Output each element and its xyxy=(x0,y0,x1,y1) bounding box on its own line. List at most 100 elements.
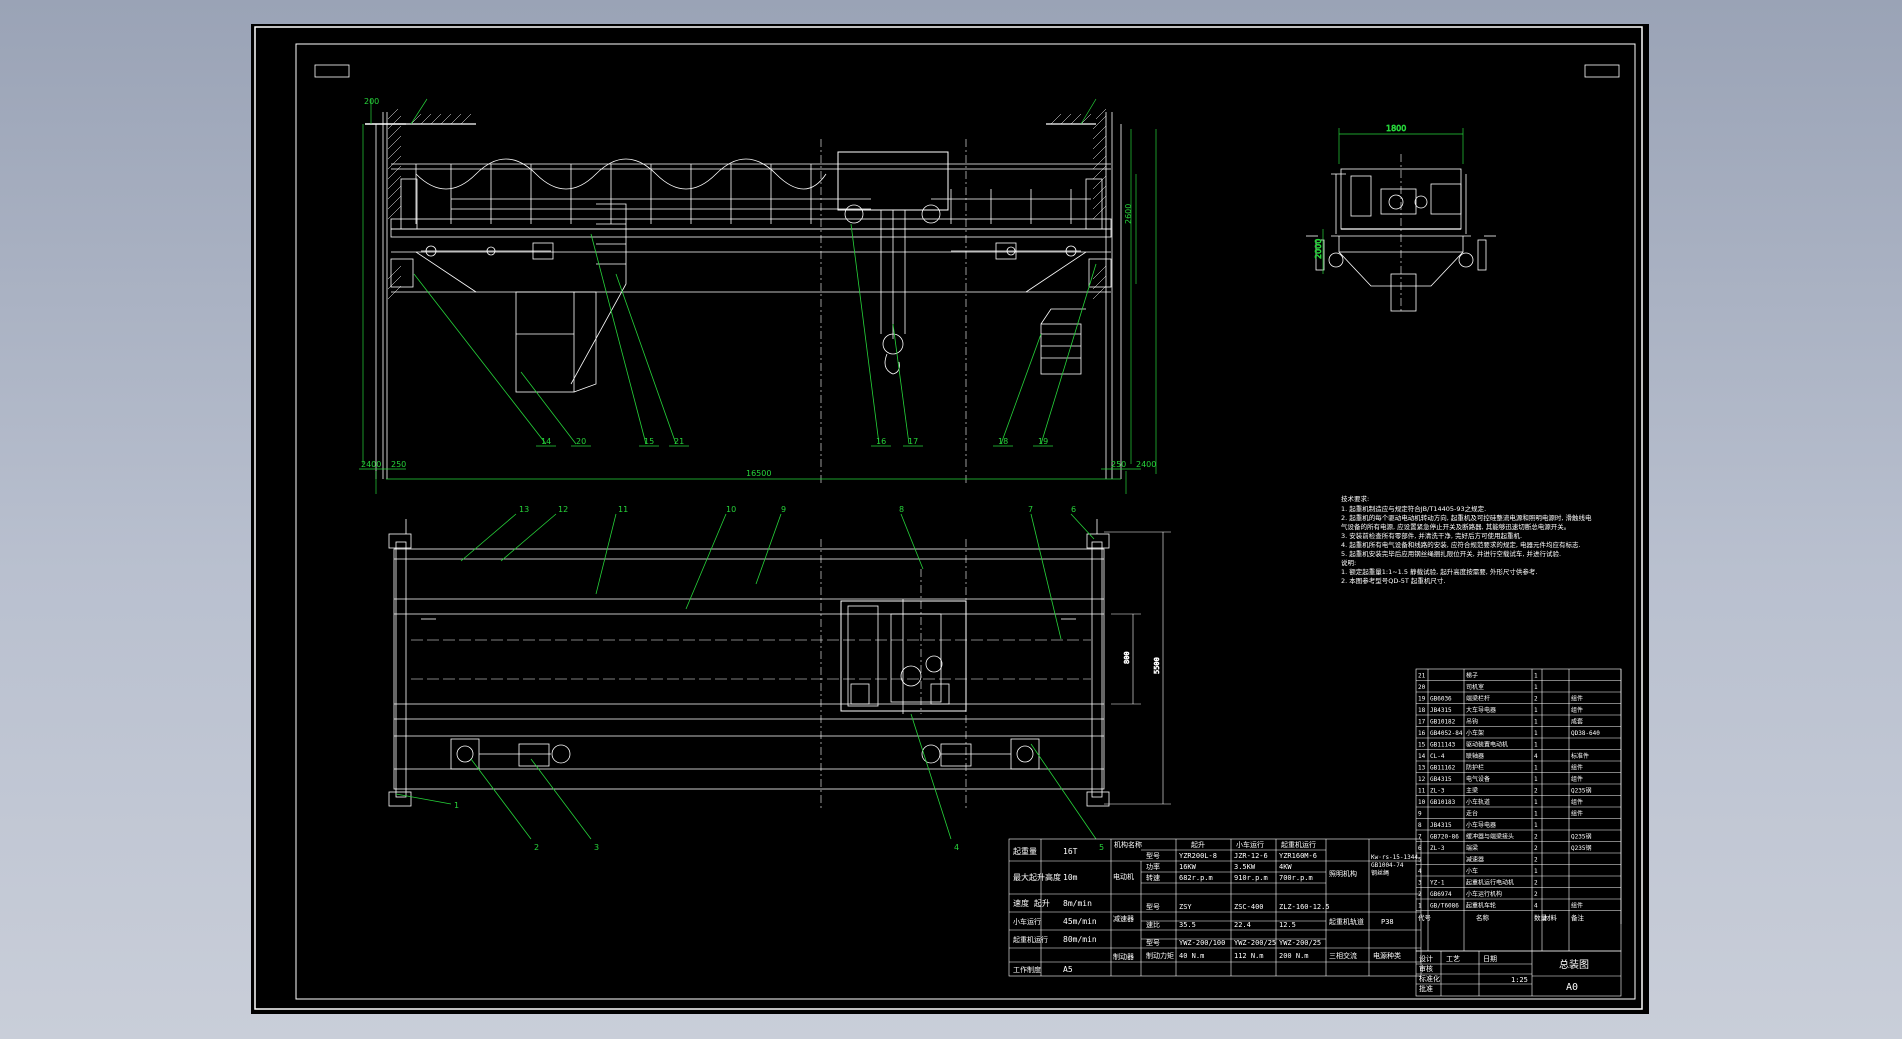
brake-cell: 40 N.m xyxy=(1179,952,1204,960)
tech-line: 1. 起重机制造应与规定符合JB/T14405-93之规定. xyxy=(1341,504,1486,513)
mech-header: 机构名称 xyxy=(1114,840,1142,849)
parts-cell: 1 xyxy=(1534,822,1538,829)
motor-cell: 型号 xyxy=(1146,851,1160,860)
parts-cell: 12 xyxy=(1418,776,1426,783)
right-cell: P38 xyxy=(1381,918,1394,926)
parts-cell: 4 xyxy=(1534,753,1538,760)
spec-label: 速度 起升 xyxy=(1013,898,1050,908)
motor-label: 电动机 xyxy=(1113,872,1134,881)
motor-cell: YZR200L-8 xyxy=(1179,852,1217,860)
balloon-20: 20 xyxy=(576,437,586,446)
mech-header: 小车运行 xyxy=(1236,840,1264,849)
balloon-17: 17 xyxy=(908,437,918,446)
parts-cell: 8 xyxy=(1418,822,1422,829)
title-cell: 设计 xyxy=(1419,954,1433,963)
tech-line: 3. 安装前检查所有零部件, 并清洗干净, 完好后方可使用起重机. xyxy=(1341,531,1522,540)
mech-header: 起重机运行 xyxy=(1281,840,1316,849)
parts-cell: 梯子 xyxy=(1466,672,1478,680)
elevation-dimensions xyxy=(359,98,1157,494)
plan-balloon-numbers: 13 12 11 10 9 8 7 6 1 2 3 4 5 xyxy=(454,505,1104,852)
parts-cell: GB4315 xyxy=(1430,776,1452,783)
parts-cell: 5 xyxy=(1418,857,1422,864)
parts-cell: 4 xyxy=(1534,903,1538,910)
spec-value: 80m/min xyxy=(1063,935,1097,944)
parts-cell: 司机室 xyxy=(1466,683,1484,691)
parts-cell: 端梁 xyxy=(1466,844,1478,852)
note-cell: Kw·rs-15-1344 xyxy=(1371,854,1418,861)
balloon-6: 6 xyxy=(1071,505,1076,514)
brake-cell: 200 N.m xyxy=(1279,952,1309,960)
parts-cell: 6 xyxy=(1418,845,1422,852)
parts-cell: ZL-3 xyxy=(1430,788,1445,795)
tech-line: 5. 起重机安装完毕后应用钢丝绳捆扎限位开关, 并进行空载试车, 并进行试验. xyxy=(1341,549,1561,558)
parts-cell: 2 xyxy=(1534,696,1538,703)
drawing-number: A0 xyxy=(1566,982,1578,993)
right-cell: 照明机构 xyxy=(1329,869,1357,878)
balloon-10: 10 xyxy=(726,505,736,514)
reducer-cell: 型号 xyxy=(1146,902,1160,911)
balloon-9: 9 xyxy=(781,505,786,514)
parts-cell: 组件 xyxy=(1571,810,1583,818)
parts-cell: 成套 xyxy=(1571,718,1583,726)
title-cell: 标准化 xyxy=(1419,974,1440,983)
balloon-4: 4 xyxy=(954,843,959,852)
parts-cell: 17 xyxy=(1418,719,1426,726)
motor-cell: 682r.p.m xyxy=(1179,874,1213,882)
spec-value: A5 xyxy=(1063,965,1073,974)
elevation-dim-text: 16500 200 2400 250 250 2400 2600 xyxy=(361,97,1156,478)
parts-header-cell: 材料 xyxy=(1544,913,1558,922)
parts-cell: 吊钩 xyxy=(1466,718,1478,726)
top-left-dimension: 200 xyxy=(364,97,379,106)
side-a-dimension: 2400 xyxy=(361,460,381,469)
parts-header-cell: 备注 xyxy=(1571,913,1585,922)
parts-cell: GB10182 xyxy=(1430,719,1456,726)
brake-cell: 112 N.m xyxy=(1234,952,1264,960)
parts-cell: 小车 xyxy=(1466,867,1478,875)
parts-cell: 组件 xyxy=(1571,695,1583,703)
spec-value: 16T xyxy=(1063,847,1078,856)
drawing-sheet: 16500 200 2400 250 250 2400 2600 14 20 1… xyxy=(251,24,1649,1014)
parts-cell: GB6036 xyxy=(1430,696,1452,703)
parts-cell: YZ-1 xyxy=(1430,880,1445,887)
reducer-cell: 12.5 xyxy=(1279,921,1296,929)
note-cell: GB1004-74 xyxy=(1371,862,1404,869)
plan-wheelbase-dim: 5500 xyxy=(1153,657,1161,674)
parts-cell: 组件 xyxy=(1571,706,1583,714)
parts-cell: 3 xyxy=(1418,880,1422,887)
parts-cell: 标准件 xyxy=(1571,752,1589,760)
end-view-height: 2000 xyxy=(1314,239,1323,259)
title-cell: 日期 xyxy=(1483,955,1497,963)
balloon-1: 1 xyxy=(454,801,459,810)
brake-cell: 型号 xyxy=(1146,938,1160,947)
parts-cell: 2 xyxy=(1534,834,1538,841)
corner-tag xyxy=(1584,64,1620,78)
parts-cell: Q235钢 xyxy=(1571,844,1591,852)
spec-label: 起重量 xyxy=(1013,846,1037,856)
parts-cell: 1 xyxy=(1418,903,1422,910)
brake-cell: YWZ-200/25 xyxy=(1234,939,1276,947)
parts-cell: QD38-640 xyxy=(1571,730,1600,737)
balloon-14: 14 xyxy=(541,437,551,446)
parts-cell: 驱动装置电动机 xyxy=(1466,741,1508,749)
parts-cell: 组件 xyxy=(1571,798,1583,806)
drawing-name: 总装图 xyxy=(1559,958,1589,971)
tech-line: 2. 起重机的每个驱动电动机转动方向, 起重机及可控硅整流电源和照明电源时, 滑… xyxy=(1341,513,1592,522)
balloon-5: 5 xyxy=(1099,843,1104,852)
brake-cell: YWZ-200/25 xyxy=(1279,939,1321,947)
elevation-view xyxy=(365,108,1122,484)
reducer-cell: ZSC-400 xyxy=(1234,903,1264,911)
brake-cell: 制动力矩 xyxy=(1146,951,1174,960)
parts-cell: 13 xyxy=(1418,765,1426,772)
balloon-7: 7 xyxy=(1028,505,1033,514)
parts-cell: 2 xyxy=(1534,788,1538,795)
balloon-12: 12 xyxy=(558,505,568,514)
spec-label: 最大起升高度 xyxy=(1013,872,1061,882)
parts-cell: 1 xyxy=(1534,811,1538,818)
right-cell: 起重机轨道 xyxy=(1329,917,1364,926)
parts-cell: 14 xyxy=(1418,753,1426,760)
end-view xyxy=(1306,154,1496,314)
parts-cell: 19 xyxy=(1418,696,1426,703)
parts-cell: JB4315 xyxy=(1430,822,1452,829)
parts-cell: 2 xyxy=(1534,891,1538,898)
parts-cell: Q235钢 xyxy=(1571,787,1591,795)
